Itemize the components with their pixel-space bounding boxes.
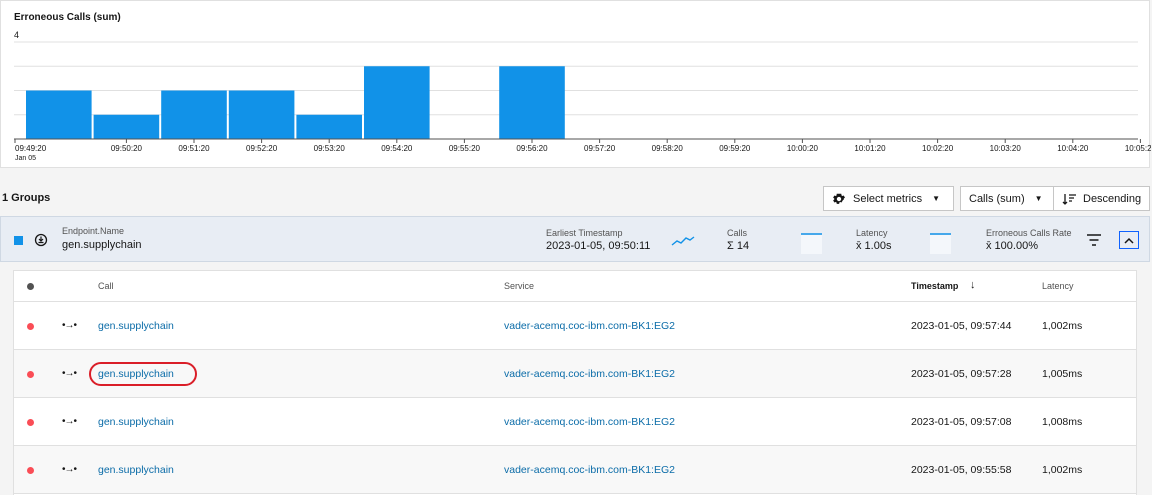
- latency-label: Latency: [856, 228, 888, 238]
- collapse-group-button[interactable]: [1119, 231, 1139, 249]
- col-service[interactable]: Service: [504, 281, 534, 291]
- calls-table: Call Service Timestamp ↓ Latency •→• gen…: [13, 270, 1137, 495]
- bar: [296, 114, 362, 139]
- x-tick-label: 10:01:20: [854, 144, 886, 153]
- chevron-down-icon: ▼: [932, 194, 940, 203]
- x-tick-label: 10:02:20: [922, 144, 954, 153]
- arrow-down-icon[interactable]: ↓: [970, 279, 976, 291]
- select-metrics-label: Select metrics: [853, 192, 923, 205]
- x-tick-label: 09:52:20: [246, 144, 278, 153]
- latency-cell: 1,002ms: [1042, 464, 1083, 476]
- call-flow-icon: •→•: [62, 464, 77, 475]
- status-dot-icon: [27, 371, 34, 378]
- select-metrics-button[interactable]: Select metrics ▼: [823, 186, 954, 211]
- sort-descending-icon: [1062, 193, 1076, 205]
- table-row[interactable]: •→• gen.supplychain vader-acemq.coc-ibm.…: [14, 398, 1136, 446]
- error-rate-value: x̄ 100.00%: [986, 240, 1038, 252]
- endpoint-icon: [34, 233, 48, 247]
- timestamp-cell: 2023-01-05, 09:57:28: [911, 368, 1012, 380]
- groups-count: 1 Groups: [2, 192, 51, 204]
- bar: [26, 90, 92, 139]
- erroneous-calls-chart: 4 09:49:20 09:50:20 09:51:20 09:52:20 09:53:2…: [14, 30, 1151, 162]
- bar: [228, 90, 295, 139]
- col-call[interactable]: Call: [98, 281, 114, 291]
- bar: [499, 66, 565, 139]
- x-tick-label: 09:56:20: [516, 144, 548, 153]
- bar: [364, 66, 430, 139]
- table-row[interactable]: •→• gen.supplychain vader-acemq.coc-ibm.…: [14, 350, 1136, 398]
- x-tick-label: 09:49:20: [15, 144, 47, 153]
- call-flow-icon: •→•: [62, 368, 77, 379]
- calls-sum-dropdown[interactable]: Calls (sum) ▼: [960, 186, 1054, 211]
- calls-label: Calls: [727, 228, 748, 238]
- latency-value: x̄ 1.00s: [856, 240, 892, 252]
- x-tick-label: 09:54:20: [381, 144, 413, 153]
- col-latency[interactable]: Latency: [1042, 281, 1074, 291]
- x-tick-label: 09:55:20: [449, 144, 481, 153]
- latency-cell: 1,005ms: [1042, 368, 1083, 380]
- status-dot-icon: [27, 323, 34, 330]
- call-flow-icon: •→•: [62, 416, 77, 427]
- error-rate-label: Erroneous Calls Rate: [986, 228, 1072, 238]
- service-link[interactable]: vader-acemq.coc-ibm.com-BK1:EG2: [504, 320, 675, 332]
- x-tick-label: 09:50:20: [111, 144, 143, 153]
- x-tick-label: 10:03:20: [990, 144, 1022, 153]
- latency-sparkline-icon: [930, 233, 951, 254]
- filter-icon[interactable]: [1087, 234, 1101, 246]
- series-color-swatch: [14, 236, 23, 245]
- gear-icon: [832, 192, 846, 206]
- y-tick-label: 4: [14, 30, 19, 40]
- call-flow-icon: •→•: [62, 320, 77, 331]
- endpoint-name-label: Endpoint.Name: [62, 226, 125, 236]
- table-row[interactable]: •→• gen.supplychain vader-acemq.coc-ibm.…: [14, 302, 1136, 350]
- calls-sum-label: Calls (sum): [969, 192, 1025, 205]
- calls-value: Σ 14: [727, 240, 750, 252]
- latency-cell: 1,002ms: [1042, 320, 1083, 332]
- timestamp-cell: 2023-01-05, 09:57:44: [911, 320, 1012, 332]
- x-tick-label: 09:57:20: [584, 144, 616, 153]
- x-tick-label: 09:53:20: [314, 144, 346, 153]
- bar: [93, 114, 160, 139]
- x-tick-label: 09:59:20: [719, 144, 751, 153]
- x-tick-label: 10:04:20: [1057, 144, 1089, 153]
- timestamp-cell: 2023-01-05, 09:55:58: [911, 464, 1012, 476]
- x-tick-label: 09:58:20: [652, 144, 684, 153]
- chart-panel: Erroneous Calls (sum) 4 09:49:20 09:50:20 0…: [0, 0, 1151, 168]
- chevron-down-icon: ▼: [1034, 194, 1043, 203]
- earliest-timestamp-value: 2023-01-05, 09:50:11: [546, 240, 651, 252]
- service-link[interactable]: vader-acemq.coc-ibm.com-BK1:EG2: [504, 416, 675, 428]
- endpoint-name-value: gen.supplychain: [62, 239, 142, 251]
- call-link[interactable]: gen.supplychain: [98, 368, 174, 380]
- latency-cell: 1,008ms: [1042, 416, 1083, 428]
- status-dot-icon: [27, 467, 34, 474]
- timestamp-sparkline-icon: [671, 236, 695, 246]
- group-header-row[interactable]: Endpoint.Name gen.supplychain Earliest T…: [0, 216, 1150, 262]
- status-dot-icon: [27, 419, 34, 426]
- call-link[interactable]: gen.supplychain: [98, 320, 174, 332]
- table-header: Call Service Timestamp ↓ Latency: [14, 271, 1136, 302]
- service-link[interactable]: vader-acemq.coc-ibm.com-BK1:EG2: [504, 368, 675, 380]
- sort-order-button[interactable]: Descending: [1053, 186, 1150, 211]
- timestamp-cell: 2023-01-05, 09:57:08: [911, 416, 1012, 428]
- x-tick-label: 10:00:20: [787, 144, 819, 153]
- calls-sparkline-icon: [801, 233, 822, 254]
- x-tick-label: 10:05:20: [1125, 144, 1151, 153]
- service-link[interactable]: vader-acemq.coc-ibm.com-BK1:EG2: [504, 464, 675, 476]
- chevron-up-icon: [1124, 237, 1134, 244]
- call-link[interactable]: gen.supplychain: [98, 416, 174, 428]
- call-link[interactable]: gen.supplychain: [98, 464, 174, 476]
- status-column-icon: [27, 283, 34, 290]
- table-row[interactable]: •→• gen.supplychain vader-acemq.coc-ibm.…: [14, 446, 1136, 494]
- x-tick-label: 09:51:20: [178, 144, 210, 153]
- col-timestamp[interactable]: Timestamp: [911, 281, 958, 291]
- descending-label: Descending: [1083, 192, 1142, 205]
- earliest-timestamp-label: Earliest Timestamp: [546, 228, 623, 238]
- bar: [161, 90, 227, 139]
- x-tick-sublabel: Jan 05: [15, 155, 36, 162]
